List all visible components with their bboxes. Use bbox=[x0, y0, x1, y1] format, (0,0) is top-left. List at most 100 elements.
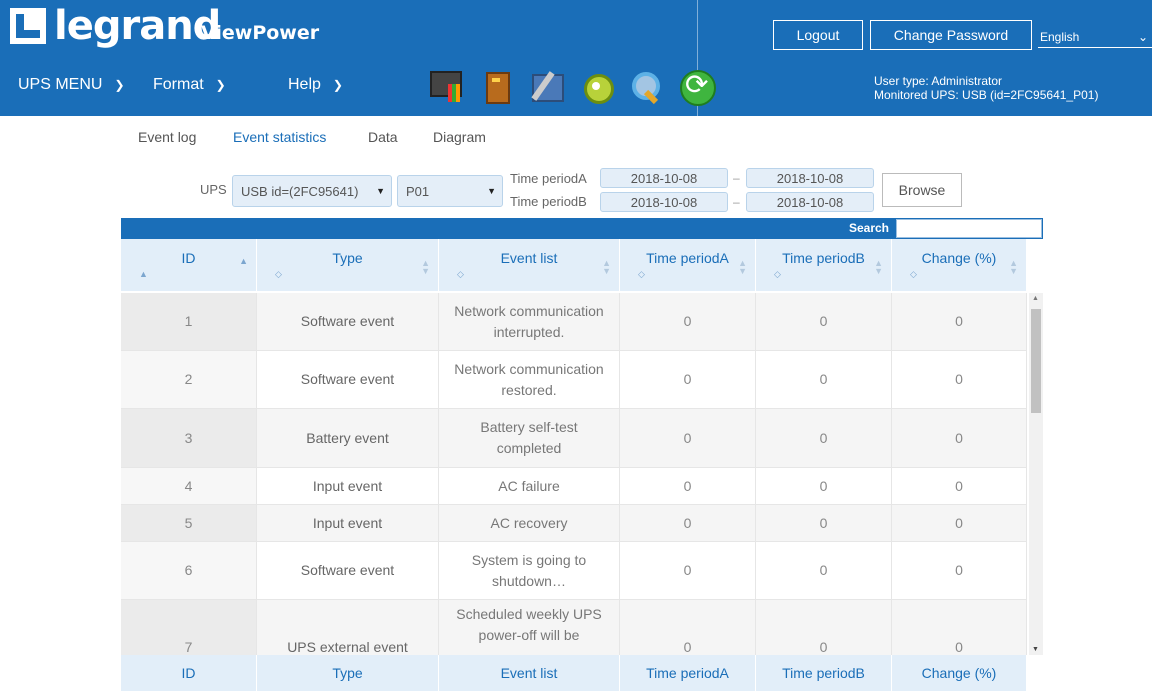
cell-type: Software event bbox=[257, 351, 439, 408]
column-title: Type bbox=[332, 250, 363, 266]
column-header-change[interactable]: Change (%) ◇ ▲ ▼ bbox=[892, 239, 1027, 291]
user-info: User type: Administrator Monitored UPS: … bbox=[874, 74, 1098, 102]
cell-change: 0 bbox=[892, 505, 1027, 541]
dropdown-arrow-icon: ▼ bbox=[376, 186, 385, 196]
footer-type: Type bbox=[257, 655, 439, 691]
sort-icon: ◇ bbox=[457, 269, 464, 279]
sort-icon: ◇ bbox=[275, 269, 282, 279]
sort-icon: ◇ bbox=[638, 269, 645, 279]
chevron-down-icon: ❯ bbox=[114, 78, 125, 92]
period-b-to-input[interactable]: 2018-10-08 bbox=[746, 192, 874, 212]
sort-icon: ◇ bbox=[910, 269, 917, 279]
chevron-down-icon: ⌄ bbox=[1137, 29, 1148, 44]
table-row[interactable]: 2 Software event Network communication r… bbox=[121, 351, 1027, 409]
sort-icon: ▲ ▼ bbox=[602, 258, 611, 276]
column-title: Change (%) bbox=[921, 250, 997, 266]
tab-data[interactable]: Data bbox=[368, 129, 398, 145]
cell-period-a: 0 bbox=[620, 542, 756, 599]
monitored-ups: Monitored UPS: USB (id=2FC95641_P01) bbox=[874, 88, 1099, 102]
footer-period-b: Time periodB bbox=[756, 655, 892, 691]
cell-change: 0 bbox=[892, 351, 1027, 408]
table-footer: ID Type Event list Time periodA Time per… bbox=[121, 655, 1027, 691]
scrollbar-thumb[interactable] bbox=[1031, 309, 1041, 413]
tab-event-statistics[interactable]: Event statistics bbox=[233, 129, 326, 145]
change-password-button[interactable]: Change Password bbox=[870, 20, 1032, 50]
table-row[interactable]: 5 Input event AC recovery 0 0 0 bbox=[121, 505, 1027, 542]
sort-icon: ▲ ▼ bbox=[421, 258, 430, 276]
cell-change: 0 bbox=[892, 409, 1027, 467]
legrand-logo-mark bbox=[10, 8, 46, 44]
refresh-icon[interactable] bbox=[678, 68, 716, 106]
footer-event-list: Event list bbox=[439, 655, 620, 691]
cell-id: 3 bbox=[121, 409, 257, 467]
cell-change: 0 bbox=[892, 293, 1027, 350]
cell-change: 0 bbox=[892, 600, 1027, 655]
event-statistics-table: Search ID ▲ ▲ Type ◇ ▲ ▼ Event list ◇ ▲ ▼ … bbox=[121, 218, 1043, 691]
menu-ups[interactable]: UPS MENU ❯ bbox=[18, 76, 125, 94]
column-header-period-b[interactable]: Time periodB ◇ ▲ ▼ bbox=[756, 239, 892, 291]
table-row[interactable]: 4 Input event AC failure 0 0 0 bbox=[121, 468, 1027, 505]
cell-change: 0 bbox=[892, 542, 1027, 599]
search-label: Search bbox=[848, 221, 889, 235]
language-select[interactable]: English ⌄ bbox=[1038, 26, 1152, 48]
tab-event-log[interactable]: Event log bbox=[138, 129, 196, 145]
tools-icon[interactable] bbox=[528, 68, 564, 104]
browse-button[interactable]: Browse bbox=[882, 173, 962, 207]
port-select[interactable]: P01 ▼ bbox=[397, 175, 503, 207]
gear-icon[interactable] bbox=[578, 68, 614, 104]
cell-period-b: 0 bbox=[756, 600, 892, 655]
tab-diagram[interactable]: Diagram bbox=[433, 129, 486, 145]
cell-type: UPS external event bbox=[257, 600, 439, 655]
scroll-down-icon[interactable]: ▼ bbox=[1032, 646, 1039, 653]
cell-event: System is going to shutdown… bbox=[439, 542, 620, 599]
search-input[interactable] bbox=[896, 219, 1042, 238]
column-title: ID bbox=[181, 250, 196, 266]
cell-event: Scheduled weekly UPS power-off will be bbox=[439, 600, 620, 655]
user-type: User type: Administrator bbox=[874, 74, 1003, 88]
column-header-period-a[interactable]: Time periodA ◇ ▲ ▼ bbox=[620, 239, 756, 291]
column-header-id[interactable]: ID ▲ ▲ bbox=[121, 239, 257, 291]
logout-button[interactable]: Logout bbox=[773, 20, 863, 50]
cell-period-a: 0 bbox=[620, 351, 756, 408]
cell-period-a: 0 bbox=[620, 293, 756, 350]
period-b-from-input[interactable]: 2018-10-08 bbox=[600, 192, 728, 212]
menu-help[interactable]: Help ❯ bbox=[288, 76, 343, 94]
column-title: Time periodA bbox=[646, 250, 729, 266]
cell-period-b: 0 bbox=[756, 293, 892, 350]
sort-icon: ▲ ▼ bbox=[1009, 258, 1018, 276]
cell-event: Network communication interrupted. bbox=[439, 293, 620, 350]
period-a-to-input[interactable]: 2018-10-08 bbox=[746, 168, 874, 188]
menu-format-label: Format bbox=[153, 76, 204, 93]
table-row[interactable]: 3 Battery event Battery self-test comple… bbox=[121, 409, 1027, 468]
cell-period-b: 0 bbox=[756, 351, 892, 408]
ups-select[interactable]: USB id=(2FC95641) ▼ bbox=[232, 175, 392, 207]
table-row[interactable]: 7 UPS external event Scheduled weekly UP… bbox=[121, 600, 1027, 655]
sort-asc-icon: ▲ bbox=[239, 256, 248, 266]
scroll-up-icon[interactable]: ▲ bbox=[1032, 295, 1039, 302]
cell-change: 0 bbox=[892, 468, 1027, 504]
legrand-logo: legrand bbox=[10, 3, 221, 49]
table-scrollbar[interactable]: ▲ ▼ bbox=[1029, 293, 1043, 655]
cell-type: Input event bbox=[257, 468, 439, 504]
cell-period-a: 0 bbox=[620, 468, 756, 504]
footer-change: Change (%) bbox=[892, 655, 1027, 691]
period-b-label: Time periodB bbox=[510, 194, 587, 209]
chevron-down-icon: ❯ bbox=[332, 78, 343, 92]
period-a-from-input[interactable]: 2018-10-08 bbox=[600, 168, 728, 188]
cell-period-a: 0 bbox=[620, 600, 756, 655]
table-row[interactable]: 6 Software event System is going to shut… bbox=[121, 542, 1027, 600]
table-header: ID ▲ ▲ Type ◇ ▲ ▼ Event list ◇ ▲ ▼ Time pe… bbox=[121, 239, 1027, 291]
column-header-type[interactable]: Type ◇ ▲ ▼ bbox=[257, 239, 439, 291]
table-body: 1 Software event Network communication i… bbox=[121, 293, 1027, 655]
ups-icon[interactable] bbox=[478, 68, 514, 104]
table-row[interactable]: 1 Software event Network communication i… bbox=[121, 293, 1027, 351]
cell-period-b: 0 bbox=[756, 505, 892, 541]
ups-select-value: USB id=(2FC95641) bbox=[241, 183, 359, 199]
logo-text: legrand bbox=[54, 3, 221, 49]
monitor-icon[interactable] bbox=[428, 68, 464, 104]
port-select-value: P01 bbox=[406, 183, 430, 199]
menu-format[interactable]: Format ❯ bbox=[153, 76, 226, 94]
toolbar-icons bbox=[428, 68, 716, 106]
column-header-event-list[interactable]: Event list ◇ ▲ ▼ bbox=[439, 239, 620, 291]
search-icon[interactable] bbox=[628, 68, 664, 104]
